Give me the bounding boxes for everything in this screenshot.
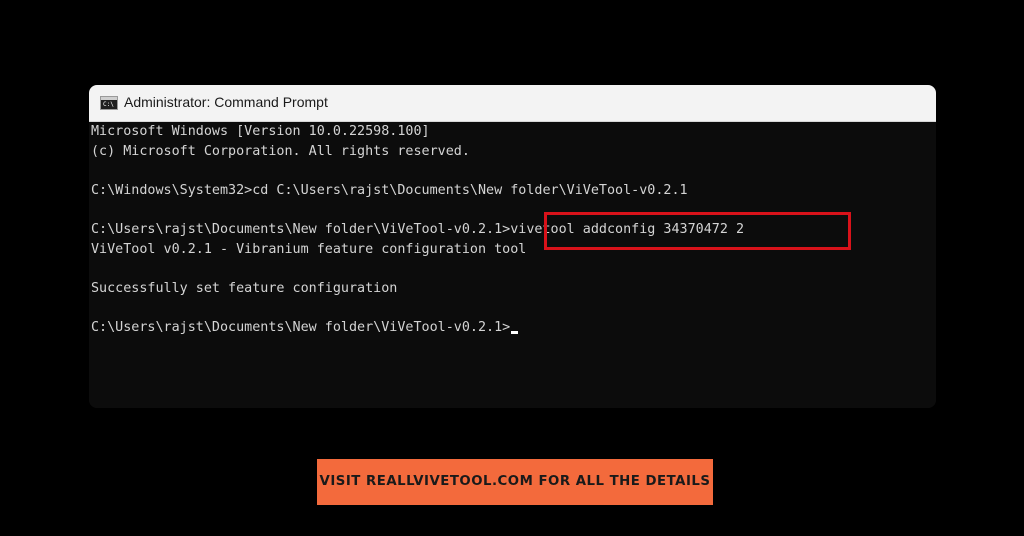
cta-banner[interactable]: VISIT REALLVIVETOOL.COM FOR ALL THE DETA… [317, 459, 713, 505]
console-output[interactable]: Microsoft Windows [Version 10.0.22598.10… [89, 122, 936, 408]
console-line-copyright: (c) Microsoft Corporation. All rights re… [91, 143, 470, 159]
command-highlight-box [544, 212, 851, 250]
command-prompt-icon: C:\ [100, 96, 118, 110]
window-title: Administrator: Command Prompt [124, 94, 328, 110]
console-line-cd-command: C:\Windows\System32>cd C:\Users\rajst\Do… [91, 182, 688, 198]
icon-title-strip [101, 97, 117, 100]
console-line-success: Successfully set feature configuration [91, 280, 398, 296]
icon-prompt-glyph: C:\ [103, 101, 114, 108]
console-line-tool-banner: ViVeTool v0.2.1 - Vibranium feature conf… [91, 241, 527, 257]
console-line-prompt[interactable]: C:\Users\rajst\Documents\New folder\ViVe… [91, 318, 519, 338]
console-line-version: Microsoft Windows [Version 10.0.22598.10… [91, 124, 430, 139]
title-bar[interactable]: C:\ Administrator: Command Prompt [89, 85, 936, 122]
cta-text: VISIT REALLVIVETOOL.COM FOR ALL THE DETA… [319, 474, 711, 489]
prompt-path: C:\Users\rajst\Documents\New folder\ViVe… [91, 320, 511, 335]
text-cursor [511, 331, 519, 334]
